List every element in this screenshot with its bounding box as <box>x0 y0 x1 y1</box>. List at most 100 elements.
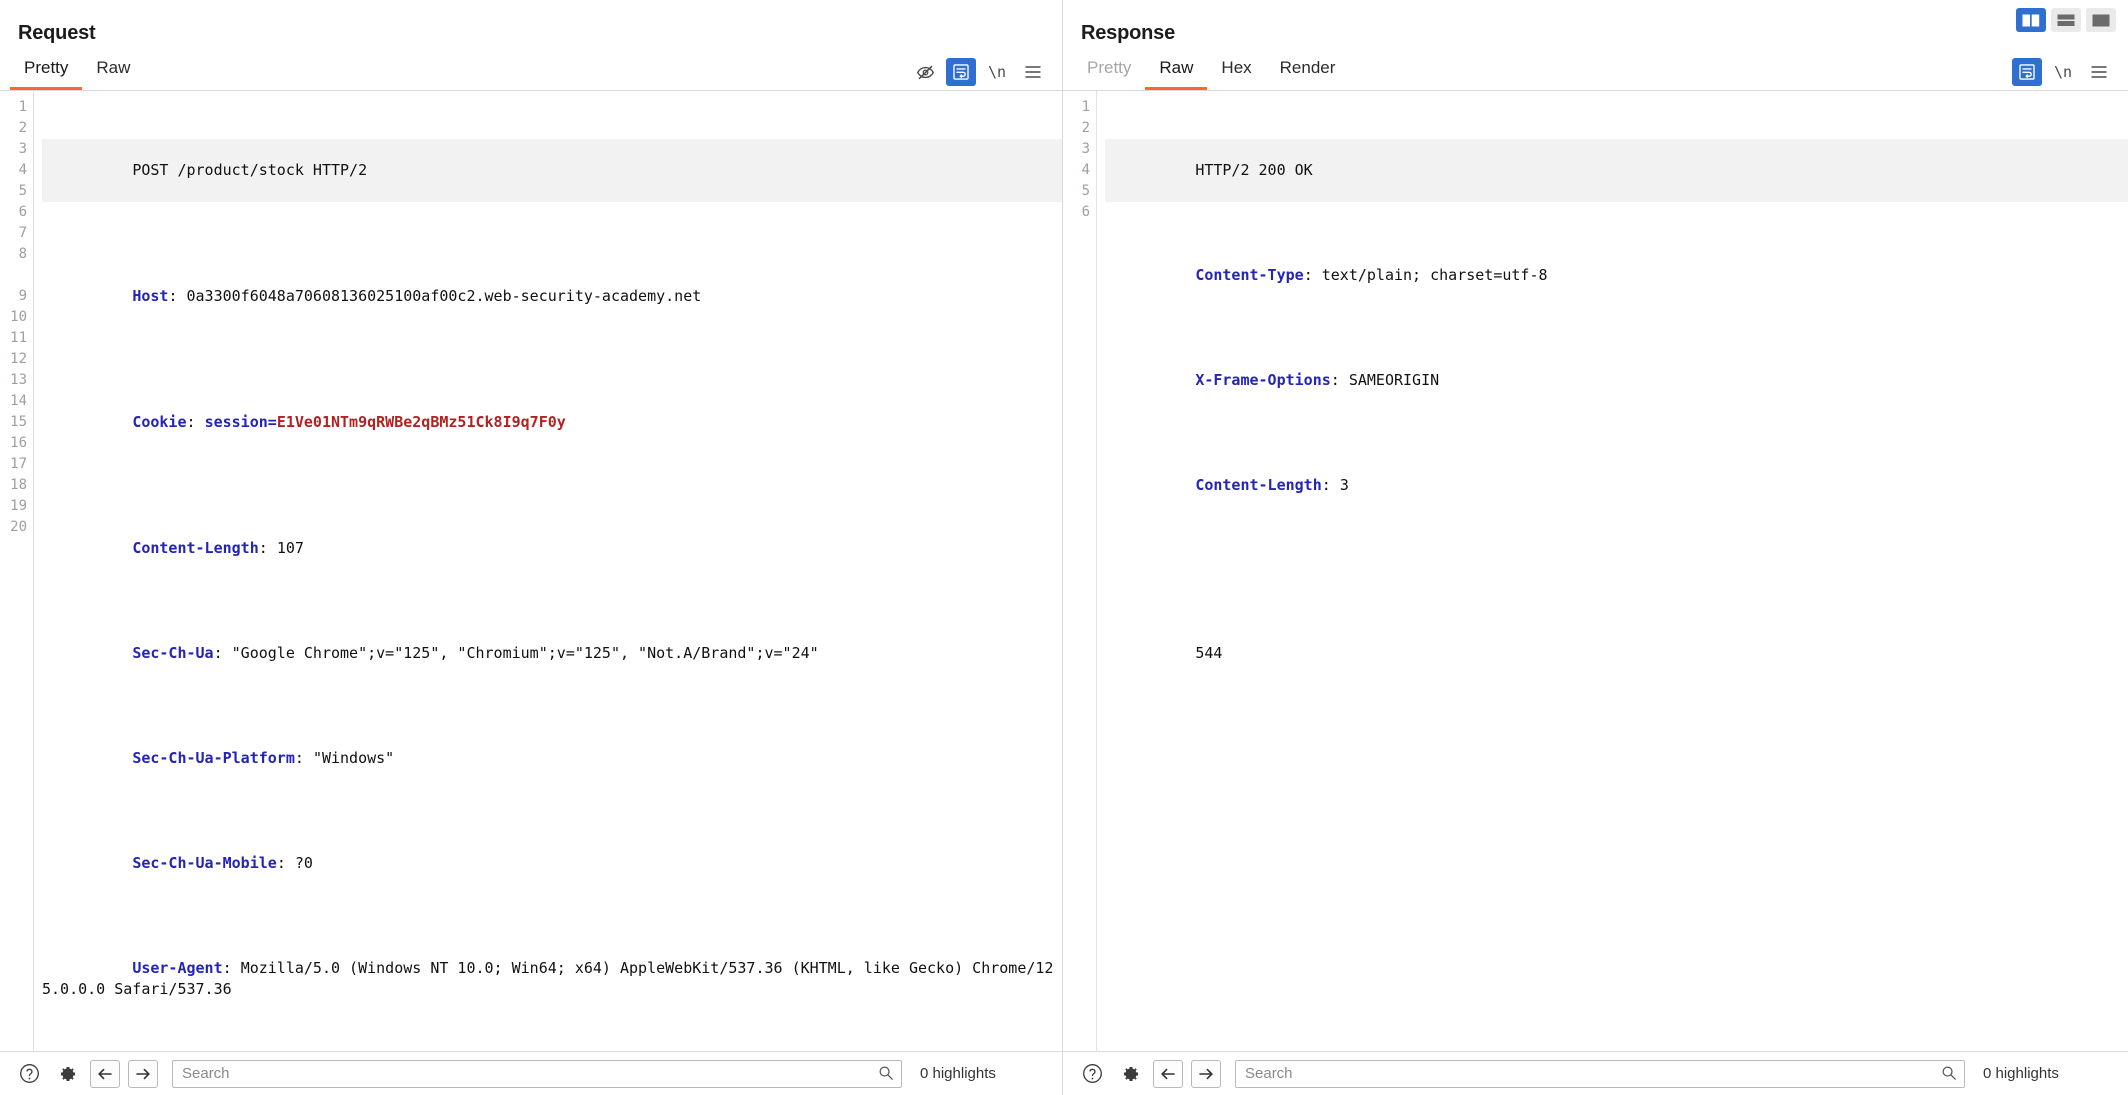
header-value: "Google Chrome";v="125", "Chromium";v="1… <box>231 644 819 662</box>
line-number: 13 <box>10 372 27 388</box>
header-value: "Windows" <box>312 749 395 767</box>
code-line-header: Content-Length: 107 <box>132 539 304 557</box>
request-tabbar: Pretty Raw \n <box>0 55 1062 91</box>
request-search-wrapper <box>172 1059 902 1088</box>
response-status-line: HTTP/2 200 OK <box>1195 161 1313 179</box>
menu-icon[interactable] <box>2084 58 2114 86</box>
code-line-cookie: Cookie: session=E1Ve01NTm9qRWBe2qBMz51Ck… <box>132 413 566 431</box>
burp-message-viewer: Request Pretty Raw \n 1 2 3 4 5 6 7 8 9 … <box>0 0 2128 1095</box>
request-tab-raw[interactable]: Raw <box>82 54 144 90</box>
response-code[interactable]: HTTP/2 200 OK Content-Type: text/plain; … <box>1097 91 2128 1051</box>
hide-eye-icon[interactable] <box>910 58 940 86</box>
line-number: 2 <box>18 120 27 136</box>
request-editor[interactable]: 1 2 3 4 5 6 7 8 9 10 11 12 13 14 15 16 1… <box>0 91 1062 1051</box>
response-tabbar: Pretty Raw Hex Render \n <box>1063 55 2128 91</box>
layout-horizontal-split-button[interactable] <box>2051 8 2081 32</box>
response-search-wrapper <box>1235 1059 1965 1088</box>
header-value: 0a3300f6048a70608136025100af00c2.web-sec… <box>186 287 702 305</box>
line-number: 10 <box>10 309 27 325</box>
search-input[interactable] <box>1235 1059 1965 1088</box>
header-value: 3 <box>1339 476 1349 494</box>
response-body-text: 544 <box>1195 644 1223 662</box>
show-newline-label: \n <box>987 63 1007 81</box>
request-bottom-toolbar: 0 highlights <box>0 1051 1062 1095</box>
request-tab-pretty[interactable]: Pretty <box>10 54 83 90</box>
line-number: 3 <box>1081 141 1090 157</box>
line-number: 12 <box>10 351 27 367</box>
line-number-wrap <box>0 265 27 286</box>
request-start-line: POST /product/stock HTTP/2 <box>132 161 368 179</box>
word-wrap-icon[interactable] <box>946 58 976 86</box>
line-number: 11 <box>10 330 27 346</box>
line-number: 5 <box>1081 183 1090 199</box>
request-line-numbers: 1 2 3 4 5 6 7 8 9 10 11 12 13 14 15 16 1… <box>0 91 34 1051</box>
header-key: User-Agent <box>132 959 223 977</box>
header-key: Host <box>132 287 169 305</box>
show-newline-icon[interactable]: \n <box>2048 58 2078 86</box>
header-key: Cookie <box>132 413 187 431</box>
line-number: 4 <box>1081 162 1090 178</box>
line-number: 20 <box>10 519 27 535</box>
line-number: 1 <box>1081 99 1090 115</box>
help-icon[interactable] <box>14 1059 44 1089</box>
menu-icon[interactable] <box>1018 58 1048 86</box>
arrow-left-icon[interactable] <box>1153 1059 1183 1088</box>
code-line-header: User-Agent: Mozilla/5.0 (Windows NT 10.0… <box>42 959 1054 998</box>
gear-icon[interactable] <box>52 1059 82 1089</box>
line-number: 2 <box>1081 120 1090 136</box>
line-number: 3 <box>18 141 27 157</box>
layout-vertical-split-button[interactable] <box>2016 8 2046 32</box>
line-number: 15 <box>10 414 27 430</box>
header-key: Sec-Ch-Ua-Mobile <box>132 854 277 872</box>
code-line-header: X-Frame-Options: SAMEORIGIN <box>1195 371 1440 389</box>
line-number: 4 <box>18 162 27 178</box>
request-tab-icons: \n <box>910 58 1062 90</box>
arrow-right-icon[interactable] <box>1191 1059 1221 1088</box>
request-pane-title: Request <box>18 22 96 44</box>
header-key: Content-Length <box>132 539 259 557</box>
cookie-name: session <box>204 413 268 431</box>
request-highlights-count: 0 highlights <box>920 1065 996 1082</box>
gear-icon[interactable] <box>1115 1059 1145 1089</box>
header-key: Content-Type <box>1195 266 1304 284</box>
code-line-body: 544 <box>1105 622 2128 685</box>
layout-switcher <box>2016 8 2116 32</box>
header-value: SAMEORIGIN <box>1348 371 1440 389</box>
line-number: 8 <box>18 246 27 262</box>
arrow-left-icon[interactable] <box>90 1059 120 1088</box>
line-number: 5 <box>18 183 27 199</box>
show-newline-icon[interactable]: \n <box>982 58 1012 86</box>
code-line-header: Sec-Ch-Ua: "Google Chrome";v="125", "Chr… <box>132 644 819 662</box>
line-number: 7 <box>18 225 27 241</box>
line-number: 17 <box>10 456 27 472</box>
code-line-header: Host: 0a3300f6048a70608136025100af00c2.w… <box>132 287 702 305</box>
response-tab-hex[interactable]: Hex <box>1207 54 1265 90</box>
line-number: 9 <box>18 288 27 304</box>
request-code[interactable]: POST /product/stock HTTP/2 Host: 0a3300f… <box>34 91 1062 1051</box>
request-pane: Request Pretty Raw \n 1 2 3 4 5 6 7 8 9 … <box>0 0 1063 1095</box>
code-line-header: Sec-Ch-Ua-Mobile: ?0 <box>132 854 313 872</box>
code-line-status: HTTP/2 200 OK <box>1105 139 2128 202</box>
arrow-right-icon[interactable] <box>128 1059 158 1088</box>
line-number: 6 <box>1081 204 1090 220</box>
response-tab-pretty[interactable]: Pretty <box>1073 54 1145 90</box>
word-wrap-icon[interactable] <box>2012 58 2042 86</box>
help-icon[interactable] <box>1077 1059 1107 1089</box>
code-line-header: Sec-Ch-Ua-Platform: "Windows" <box>132 749 395 767</box>
line-number: 14 <box>10 393 27 409</box>
search-input[interactable] <box>172 1059 902 1088</box>
response-tab-render[interactable]: Render <box>1266 54 1350 90</box>
cookie-value: E1Ve01NTm9qRWBe2qBMz51Ck8I9q7F0y <box>276 413 566 431</box>
line-number: 18 <box>10 477 27 493</box>
response-highlights-count: 0 highlights <box>1983 1065 2059 1082</box>
header-value: text/plain; charset=utf-8 <box>1321 266 1548 284</box>
header-key: Content-Length <box>1195 476 1322 494</box>
layout-single-pane-button[interactable] <box>2086 8 2116 32</box>
response-tab-raw[interactable]: Raw <box>1145 54 1208 90</box>
line-number: 16 <box>10 435 27 451</box>
response-bottom-toolbar: 0 highlights <box>1063 1051 2128 1095</box>
response-editor[interactable]: 1 2 3 4 5 6 HTTP/2 200 OK Content-Type: … <box>1063 91 2128 1051</box>
code-line-header: Content-Type: text/plain; charset=utf-8 <box>1195 266 1548 284</box>
line-number: 1 <box>18 99 27 115</box>
